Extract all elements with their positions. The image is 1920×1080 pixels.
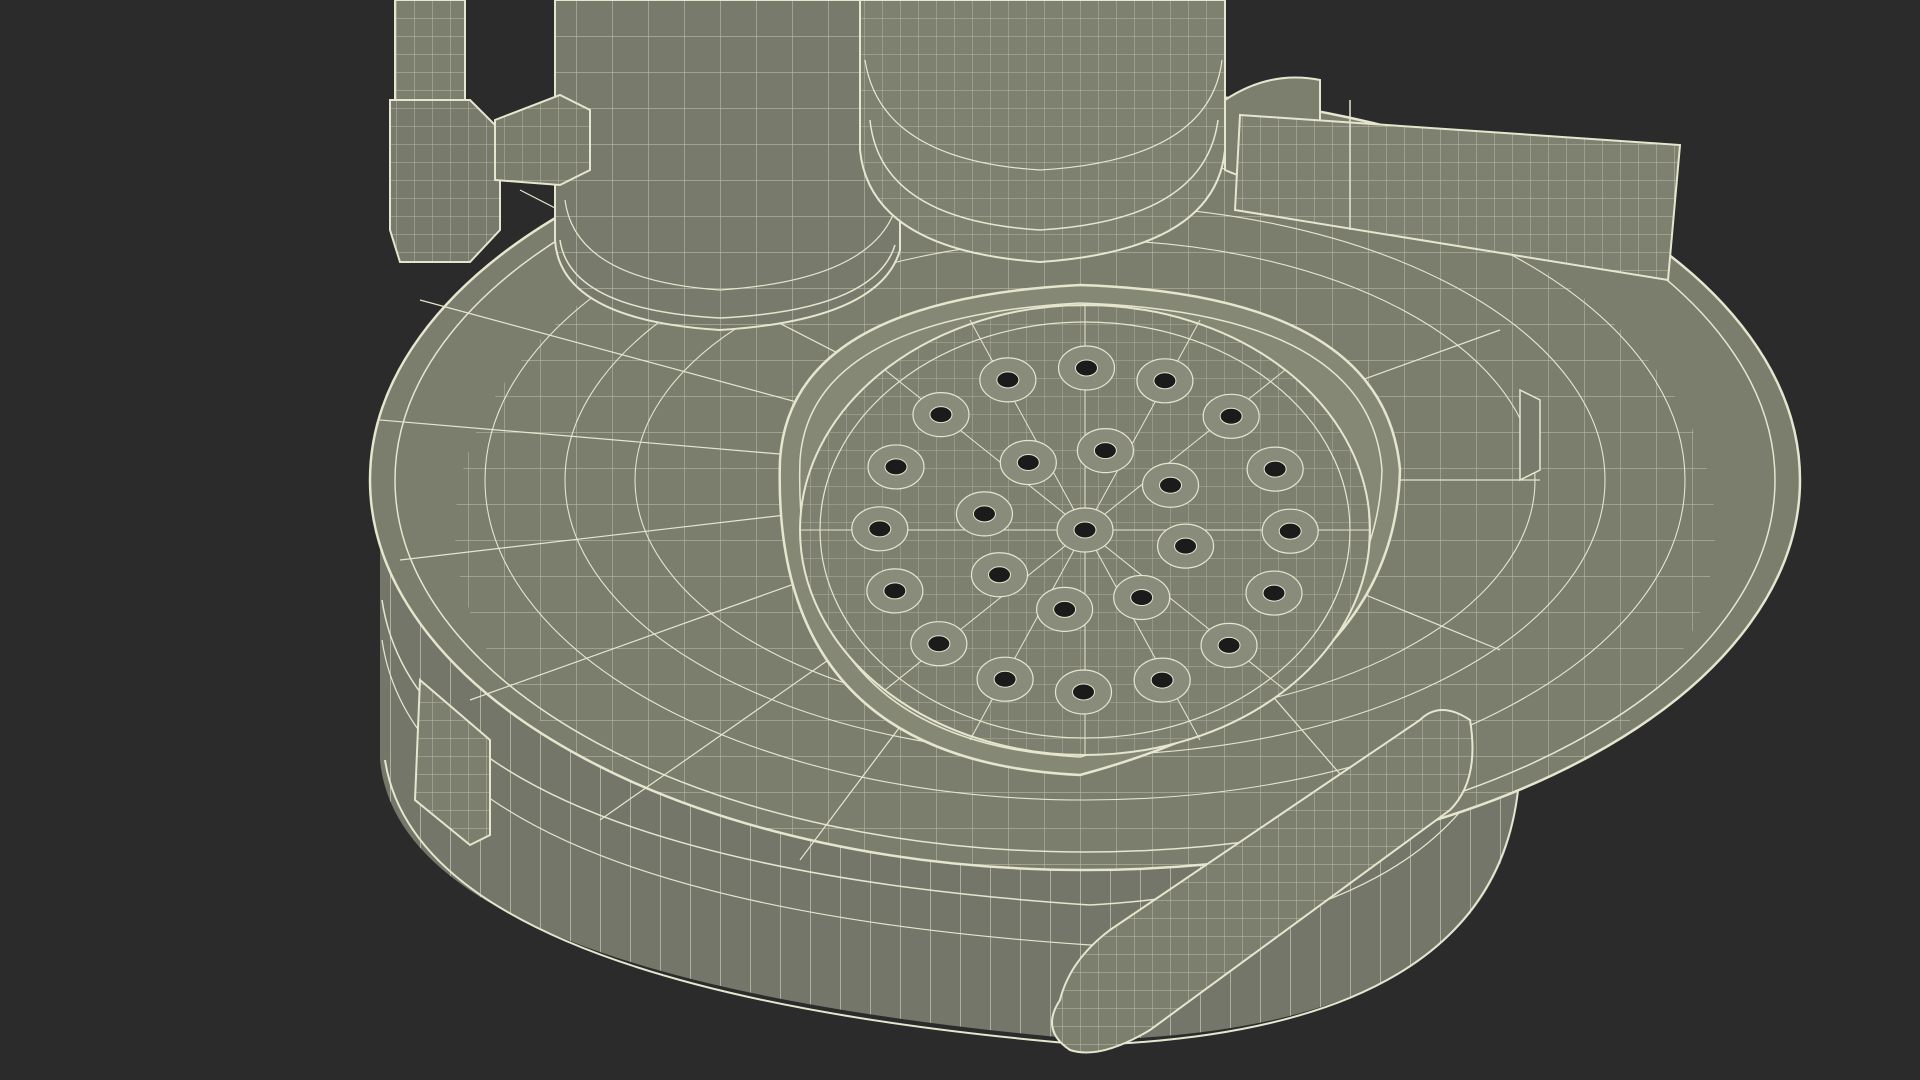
strainer-hole: [1159, 476, 1183, 494]
strainer-hole: [1073, 521, 1097, 539]
strainer-hole: [1217, 636, 1241, 654]
strainer-hole: [1262, 584, 1286, 602]
strainer-hole: [972, 505, 996, 523]
strainer-hole: [1016, 453, 1040, 471]
strainer-hole: [1130, 589, 1154, 607]
strainer-hole: [1072, 683, 1096, 701]
strainer-hole: [987, 566, 1011, 584]
strainer-hole: [1150, 671, 1174, 689]
strainer-hole: [1053, 600, 1077, 618]
strainer-hole: [1219, 407, 1243, 425]
strainer-hole: [996, 371, 1020, 389]
side-tab-right: [1519, 388, 1541, 482]
strainer-hole: [1263, 460, 1287, 478]
strainer-hole: [927, 635, 951, 653]
strainer-hole: [993, 670, 1017, 688]
strainer-hole: [1153, 372, 1177, 390]
float-dome: [859, 0, 1226, 264]
strainer-hole: [868, 520, 892, 538]
strainer-hole: [1093, 442, 1117, 460]
wireframe-render-scene: [0, 0, 1920, 1080]
strainer-hole: [1074, 359, 1098, 377]
strainer-hole: [884, 458, 908, 476]
strainer-hole: [929, 406, 953, 424]
strainer-hole: [1278, 522, 1302, 540]
strainer-hole: [1174, 537, 1198, 555]
motor-housing: [554, 0, 901, 332]
strainer-hole: [883, 582, 907, 600]
